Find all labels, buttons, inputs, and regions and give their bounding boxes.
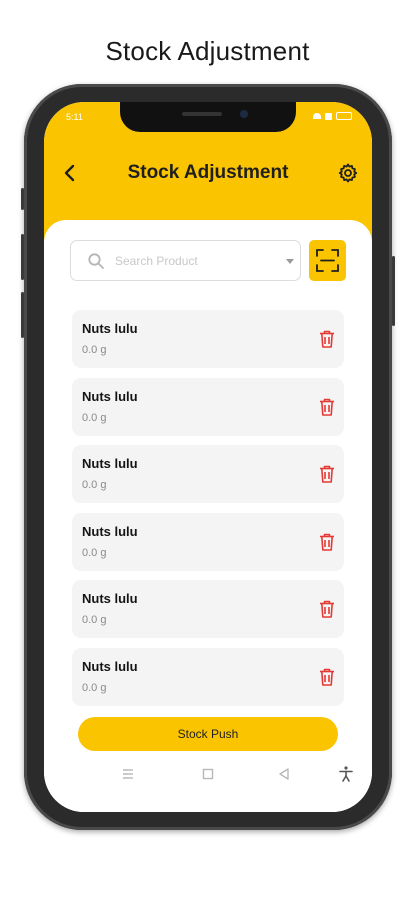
list-item[interactable]: Nuts lulu 0.0 g — [72, 377, 344, 436]
item-name: Nuts lulu — [82, 591, 138, 606]
trash-icon — [320, 398, 334, 416]
speaker — [182, 112, 222, 116]
list-item[interactable]: Nuts lulu 0.0 g — [72, 445, 344, 503]
search-input[interactable] — [115, 251, 275, 271]
product-list: Nuts lulu 0.0 g Nuts lulu 0.0 g Nuts lul… — [72, 310, 344, 715]
trash-icon — [320, 668, 334, 686]
item-quantity: 0.0 g — [82, 344, 107, 356]
nav-home-button[interactable] — [198, 764, 218, 784]
phone-frame: 5:11 Stock Adjustment Search Product Nut… — [21, 84, 395, 830]
system-nav-bar — [44, 762, 372, 786]
status-icons — [313, 112, 352, 120]
menu-icon — [123, 769, 133, 779]
settings-button[interactable] — [336, 161, 360, 185]
content-panel: Nuts lulu 0.0 g Nuts lulu 0.0 g — [44, 220, 372, 812]
list-item[interactable]: Nuts lulu 0.0 g — [72, 580, 344, 638]
nav-menu-button[interactable] — [118, 764, 138, 784]
status-time: 5:11 — [66, 112, 83, 122]
trash-icon — [320, 600, 334, 618]
item-quantity: 0.0 g — [82, 681, 107, 694]
delete-button[interactable] — [318, 397, 336, 417]
list-item[interactable]: Nuts lulu 0.0 g — [72, 512, 344, 571]
item-name: Nuts lulu — [82, 658, 138, 674]
list-item[interactable]: Nuts lulu 0.0 g — [72, 310, 344, 368]
stock-push-button[interactable]: Stock Push — [78, 717, 338, 751]
app-header: Stock Adjustment — [44, 156, 372, 190]
volume-down-button — [21, 292, 24, 338]
trash-icon — [320, 465, 334, 483]
dropdown-arrow-icon[interactable] — [286, 259, 294, 264]
signal-icon — [325, 112, 332, 120]
wifi-icon — [313, 113, 321, 119]
delete-button[interactable] — [318, 329, 336, 349]
item-name: Nuts lulu — [82, 321, 138, 336]
item-name: Nuts lulu — [82, 388, 138, 404]
power-button — [392, 256, 395, 326]
item-quantity: 0.0 g — [82, 479, 107, 491]
notch — [120, 102, 296, 132]
item-name: Nuts lulu — [82, 456, 138, 471]
front-camera — [240, 110, 248, 118]
delete-button[interactable] — [318, 532, 336, 552]
search-field[interactable] — [70, 240, 301, 281]
mute-switch — [21, 188, 24, 210]
item-name: Nuts lulu — [82, 523, 138, 539]
delete-button[interactable] — [318, 464, 336, 484]
battery-icon — [336, 112, 352, 120]
list-item[interactable]: Nuts lulu 0.0 g — [72, 647, 344, 706]
scan-button[interactable] — [309, 240, 346, 281]
delete-button[interactable] — [318, 599, 336, 619]
item-quantity: 0.0 g — [82, 411, 107, 424]
item-quantity: 0.0 g — [82, 546, 107, 559]
page-caption: Stock Adjustment — [105, 36, 310, 66]
accessibility-icon — [339, 766, 353, 782]
trash-icon — [320, 533, 334, 551]
item-quantity: 0.0 g — [82, 614, 107, 626]
screen: 5:11 Stock Adjustment Search Product Nut… — [44, 102, 372, 812]
delete-button[interactable] — [318, 667, 336, 687]
gear-icon — [338, 163, 358, 183]
search-icon — [88, 253, 104, 269]
volume-up-button — [21, 234, 24, 280]
back-triangle-icon — [279, 768, 289, 780]
page-title: Stock Adjustment — [127, 162, 289, 183]
nav-accessibility-button[interactable] — [336, 764, 356, 784]
trash-icon — [320, 330, 334, 348]
nav-back-button[interactable] — [274, 764, 294, 784]
barcode-scan-icon — [316, 249, 339, 272]
square-icon — [202, 768, 214, 780]
